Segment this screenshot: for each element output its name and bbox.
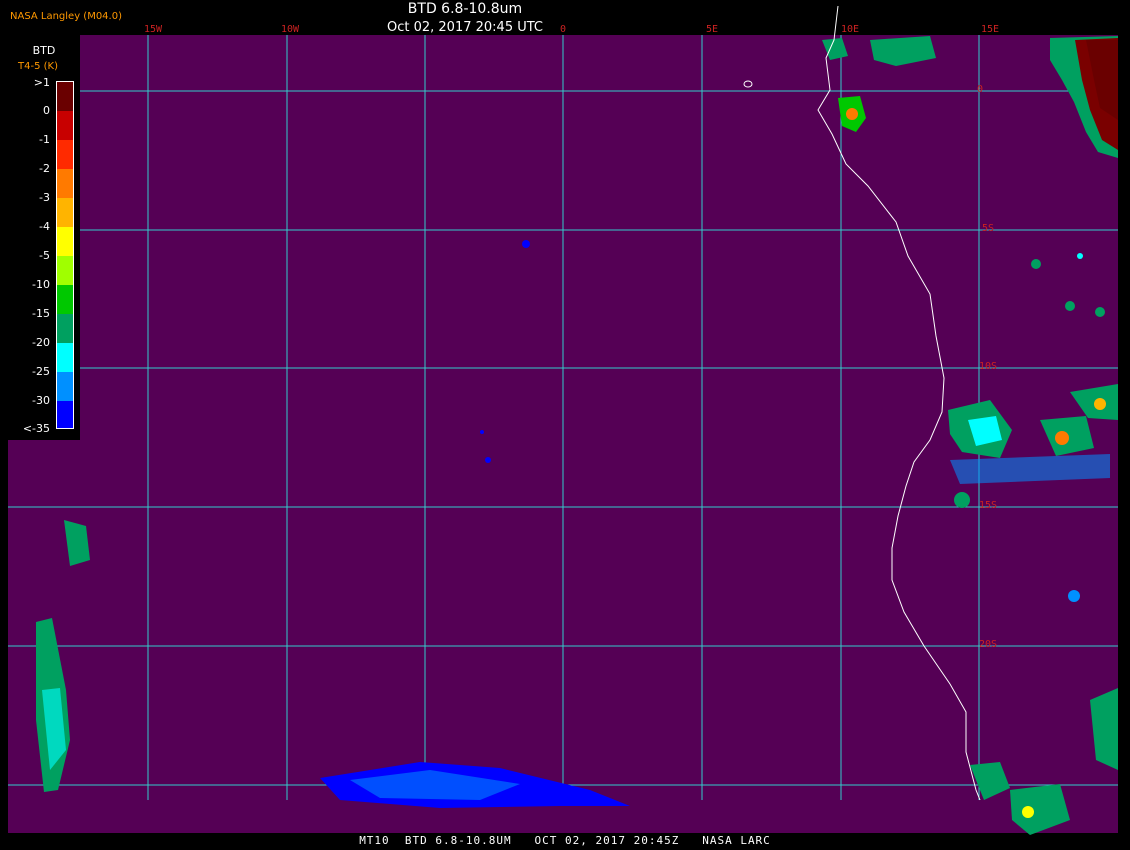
legend-swatch-0 <box>57 111 73 140</box>
latitude-label-5s: 5S <box>981 223 995 234</box>
cloud-gabon-core <box>846 108 858 120</box>
legend-swatch-m1 <box>57 140 73 169</box>
legend-label: -30 <box>32 394 50 407</box>
legend-swatch-gt1 <box>57 82 73 111</box>
latitude-label-20s: 20S <box>978 639 998 650</box>
credit-label: NASA Langley (M04.0) <box>10 11 122 22</box>
legend-label: -4 <box>39 220 50 233</box>
cloud-speck-3 <box>480 430 484 434</box>
longitude-label-10e: 10E <box>840 24 860 35</box>
legend-swatch-m3 <box>57 198 73 227</box>
cloud-speck-1 <box>522 240 530 248</box>
longitude-label-15e: 15E <box>980 24 1000 35</box>
footer-caption: MT10 BTD 6.8-10.8UM OCT 02, 2017 20:45Z … <box>359 834 771 847</box>
legend-swatch-m25 <box>57 372 73 401</box>
color-legend: BTD T4-5 (K) >1 0 -1 -2 -3 -4 -5 -10 -15… <box>8 35 80 440</box>
legend-label: -15 <box>32 307 50 320</box>
legend-label: <-35 <box>22 422 50 435</box>
longitude-label-0: 0 <box>559 24 567 35</box>
cloud-speck-8 <box>1077 253 1083 259</box>
legend-swatch-m4 <box>57 227 73 256</box>
legend-swatch-m20 <box>57 343 73 372</box>
legend-units: T4-5 (K) <box>18 61 58 72</box>
legend-label: -10 <box>32 278 50 291</box>
legend-label: -20 <box>32 336 50 349</box>
image-title: BTD 6.8-10.8um <box>407 1 523 17</box>
legend-swatch-m2 <box>57 169 73 198</box>
longitude-label-10w: 10W <box>280 24 300 35</box>
legend-swatch-m30 <box>57 401 73 428</box>
legend-label: -25 <box>32 365 50 378</box>
longitude-label-5e: 5E <box>705 24 719 35</box>
legend-label: -5 <box>39 249 50 262</box>
latitude-label-10s: 10S <box>978 361 998 372</box>
cloud-speck-7 <box>1065 301 1075 311</box>
cloud-speck-4 <box>1068 590 1080 602</box>
cloud-far-east-core <box>1094 398 1106 410</box>
legend-swatch-m5 <box>57 256 73 285</box>
cloud-southeast-core <box>1022 806 1034 818</box>
latitude-label-15s: 15S <box>978 500 998 511</box>
latitude-label-0: 0 <box>976 84 984 95</box>
legend-label: -3 <box>39 191 50 204</box>
cloud-angola-east-core <box>1055 431 1069 445</box>
legend-label: >1 <box>33 76 50 89</box>
legend-label: 0 <box>43 104 50 117</box>
satellite-map <box>8 5 1118 835</box>
legend-swatch-m15 <box>57 314 73 343</box>
cloud-speck-5 <box>1031 259 1041 269</box>
cloud-speck-2 <box>485 457 491 463</box>
legend-title: BTD <box>32 44 56 57</box>
longitude-label-15w: 15W <box>143 24 163 35</box>
legend-color-bar <box>56 81 74 429</box>
legend-swatch-m10 <box>57 285 73 314</box>
satellite-image-viewer: NASA Langley (M04.0) BTD 6.8-10.8um Oct … <box>0 0 1130 850</box>
legend-label: -1 <box>39 133 50 146</box>
cloud-speck-6 <box>1095 307 1105 317</box>
legend-label: -2 <box>39 162 50 175</box>
